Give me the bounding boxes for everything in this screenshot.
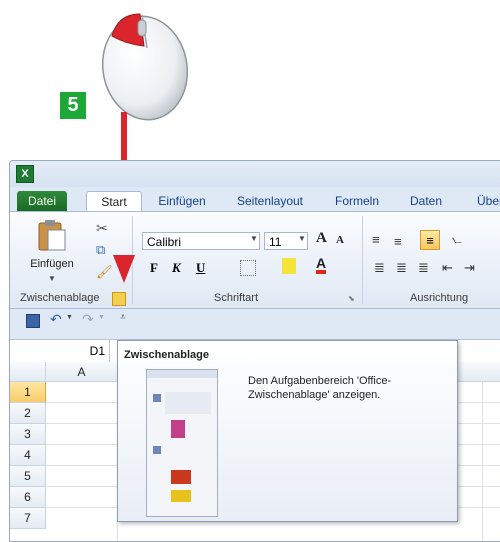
mouse-illustration [101, 13, 189, 121]
name-box[interactable]: D1 [10, 340, 110, 362]
row-header-4[interactable]: 4 [10, 445, 46, 466]
decrease-indent-icon[interactable]: ⇤ [442, 260, 453, 276]
row-header-7[interactable]: 7 [10, 508, 46, 529]
underline-button[interactable]: U [196, 260, 205, 276]
tab-formeln[interactable]: Formeln [330, 191, 384, 211]
tab-daten[interactable]: Daten [402, 191, 450, 211]
tab-einfuegen[interactable]: Einfügen [152, 191, 212, 211]
align-left-icon[interactable]: ≣ [374, 260, 385, 276]
tab-ueberpruefen[interactable]: Über [470, 191, 500, 211]
clipboard-group-label: Zwischenablage [20, 292, 100, 304]
redo-dropdown-icon[interactable]: ▼ [98, 314, 105, 321]
font-size-dropdown-icon[interactable]: ▼ [298, 234, 306, 243]
pointer-arrow-head [113, 255, 135, 283]
borders-icon[interactable] [240, 260, 256, 276]
customize-qat-icon[interactable]: ⩡ [120, 312, 126, 323]
ribbon-start: Einfügen ▼ ✂ ⧉ 🖌 Zwischenablage Calibri … [10, 211, 500, 309]
increase-indent-icon[interactable]: ⇥ [464, 260, 475, 276]
excel-app-icon[interactable]: X [16, 165, 34, 183]
grow-font-button[interactable]: A [316, 230, 327, 247]
font-color-icon[interactable]: A [316, 256, 327, 274]
tooltip-description: Den Aufgabenbereich 'Office-Zwischenabla… [248, 375, 392, 401]
title-bar: X [10, 161, 500, 187]
tooltip-title: Zwischenablage [124, 349, 209, 361]
row-header-6[interactable]: 6 [10, 487, 46, 508]
redo-icon[interactable]: ↷ [82, 311, 94, 328]
fill-color-icon[interactable] [282, 258, 296, 274]
shrink-font-button[interactable]: A [336, 234, 344, 246]
row-header-5[interactable]: 5 [10, 466, 46, 487]
select-all-corner[interactable] [10, 362, 46, 382]
quick-access-toolbar: ↶ ▼ ↷ ▼ ⩡ [10, 309, 500, 333]
paste-button[interactable]: Einfügen [24, 258, 80, 270]
undo-dropdown-icon[interactable]: ▼ [66, 314, 73, 321]
alignment-group-label: Ausrichtung [410, 292, 469, 304]
ribbon-tab-bar: Datei Start Einfügen Seitenlayout Formel… [10, 187, 500, 213]
undo-icon[interactable]: ↶ [50, 311, 62, 328]
group-separator [362, 216, 363, 304]
paste-icon [38, 220, 66, 251]
italic-button[interactable]: K [172, 260, 181, 276]
align-bottom-icon[interactable]: ≡ [420, 230, 440, 250]
font-name-dropdown-icon[interactable]: ▼ [250, 234, 258, 243]
tab-start[interactable]: Start [86, 191, 142, 213]
orientation-icon[interactable]: ⦦ [452, 232, 462, 247]
row-header-2[interactable]: 2 [10, 403, 46, 424]
clipboard-tooltip: Zwischenablage Den Aufgabenbereich 'Offi… [117, 340, 458, 522]
font-name-input[interactable]: Calibri [142, 232, 260, 250]
clipboard-pane-preview-image [146, 369, 218, 517]
tab-datei[interactable]: Datei [17, 191, 67, 211]
save-icon[interactable] [26, 314, 40, 328]
step-number-badge: 5 [60, 92, 86, 119]
font-group-label: Schriftart [214, 292, 259, 304]
align-middle-icon[interactable]: ≡ [394, 234, 402, 249]
grid-line [482, 382, 483, 541]
clipboard-dialog-launcher-icon[interactable] [112, 292, 126, 306]
paste-dropdown-icon[interactable]: ▼ [48, 274, 56, 283]
row-header-1[interactable]: 1 [10, 382, 46, 403]
row-header-3[interactable]: 3 [10, 424, 46, 445]
font-dialog-launcher-icon[interactable]: ⬊ [348, 294, 355, 303]
column-header-a[interactable]: A [46, 362, 118, 382]
align-top-icon[interactable]: ≡ [372, 232, 380, 247]
tab-seitenlayout[interactable]: Seitenlayout [232, 191, 308, 211]
cut-icon[interactable]: ✂ [96, 220, 108, 237]
align-right-icon[interactable]: ≣ [418, 260, 429, 276]
bold-button[interactable]: F [150, 260, 158, 276]
align-center-icon[interactable]: ≣ [396, 260, 407, 276]
copy-icon[interactable]: ⧉ [96, 242, 105, 258]
